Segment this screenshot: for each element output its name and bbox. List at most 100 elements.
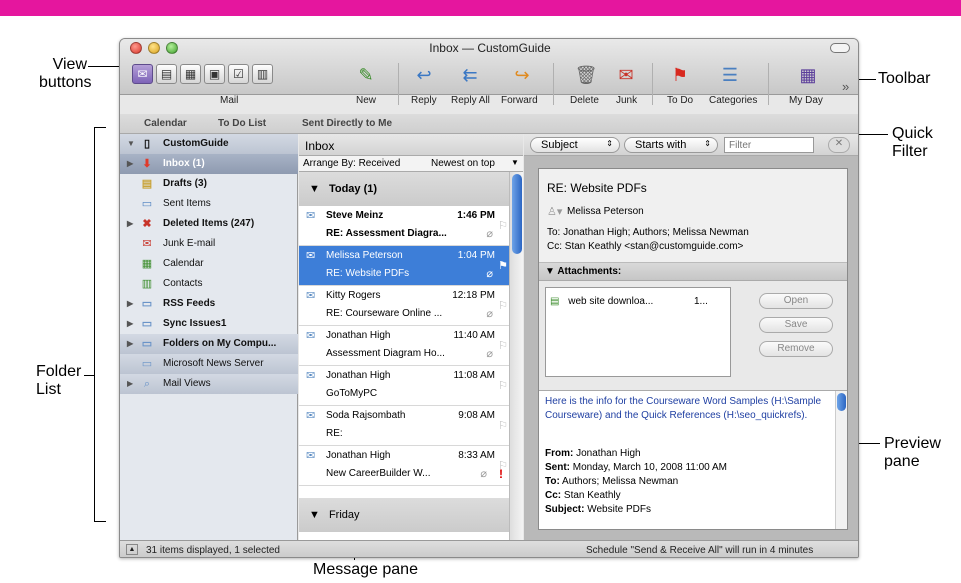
group-header-today[interactable]: ▼ Today (1) xyxy=(299,172,509,206)
categories-button[interactable]: ☰ xyxy=(716,61,744,89)
folder-item-sync-issues[interactable]: ▶ ▭ Sync Issues1 xyxy=(120,314,298,334)
contact-icon[interactable]: ♙▾ xyxy=(547,205,562,218)
folder-item-news-server[interactable]: ▭ Microsoft News Server xyxy=(120,354,298,374)
sort-order-button[interactable]: Newest on top xyxy=(431,158,495,169)
status-toggle-icon[interactable]: ▲ xyxy=(126,544,138,555)
folder-item-deleted[interactable]: ▶ ✖ Deleted Items (247) xyxy=(120,214,298,234)
message-subject: RE: Website PDFs xyxy=(326,268,410,279)
disclosure-triangle-icon[interactable]: ▶ xyxy=(127,334,133,354)
open-attachment-button[interactable]: Open xyxy=(759,293,833,309)
folder-label: RSS Feeds xyxy=(163,298,216,309)
scroll-thumb[interactable] xyxy=(512,174,522,254)
folder-item-rss[interactable]: ▶ ▭ RSS Feeds xyxy=(120,294,298,314)
flag-icon[interactable]: ⚐ xyxy=(498,299,508,312)
message-subject: RE: xyxy=(326,428,343,439)
folder-item-inbox[interactable]: ▶ ⬇ Inbox (1) xyxy=(120,154,298,174)
flag-icon[interactable]: ⚐ xyxy=(498,419,508,432)
folder-icon: ▭ xyxy=(141,338,153,350)
message-item[interactable]: ✉ Steve Meinz 1:46 PM RE: Assessment Dia… xyxy=(299,206,509,246)
message-item[interactable]: ✉ Jonathan High 11:40 AM Assessment Diag… xyxy=(299,326,509,366)
chevron-updown-icon: ⇕ xyxy=(704,139,711,148)
news-icon: ▭ xyxy=(141,358,153,370)
clear-filter-button[interactable]: ✕ xyxy=(828,137,850,153)
view-notes-button[interactable]: ▣ xyxy=(204,64,225,84)
reply-button[interactable]: ↩ xyxy=(410,61,438,89)
folder-item-sent[interactable]: ▭ Sent Items xyxy=(120,194,298,214)
new-button[interactable]: ✎ xyxy=(352,61,380,89)
message-item[interactable]: ✉ Soda Rajsombath 9:08 AM RE: ⚐ xyxy=(299,406,509,446)
reply-icon: ↩ xyxy=(416,65,432,85)
folder-label: Mail Views xyxy=(163,378,211,389)
flag-icon[interactable]: ⚐ xyxy=(498,219,508,232)
attachment-icon: ⌀ xyxy=(480,468,487,480)
attachment-icon: ⌀ xyxy=(486,268,493,280)
toolbar-overflow-button[interactable]: » xyxy=(842,79,849,94)
message-item-selected[interactable]: ✉ Melissa Peterson 1:04 PM RE: Website P… xyxy=(299,246,509,286)
group-header-friday[interactable]: ▼ Friday xyxy=(299,498,509,532)
disclosure-triangle-icon[interactable]: ▶ xyxy=(127,154,133,174)
disclosure-triangle-icon[interactable]: ▶ xyxy=(127,294,133,314)
disclosure-triangle-icon[interactable]: ▶ xyxy=(127,214,133,234)
message-item[interactable]: ✉ Kitty Rogers 12:18 PM RE: Courseware O… xyxy=(299,286,509,326)
quick-filter-bar: Subject ⇕ Starts with ⇕ ✕ xyxy=(524,134,858,156)
folder-label: Drafts (3) xyxy=(163,178,207,189)
folder-item-junk[interactable]: ✉ Junk E-mail xyxy=(120,234,298,254)
save-attachment-button[interactable]: Save xyxy=(759,317,833,333)
callout-preview-pane: Preview pane xyxy=(884,435,941,470)
favorites-todo-list[interactable]: To Do List xyxy=(218,118,266,129)
message-subject: New CareerBuilder W... xyxy=(326,468,431,479)
folder-item-calendar[interactable]: ▦ Calendar xyxy=(120,254,298,274)
todo-button[interactable]: ⚑ xyxy=(666,61,694,89)
favorites-calendar[interactable]: Calendar xyxy=(144,118,187,129)
flag-icon[interactable]: ⚐ xyxy=(498,339,508,352)
view-project-button[interactable]: ▥ xyxy=(252,64,273,84)
disclosure-triangle-icon[interactable]: ▶ xyxy=(127,314,133,334)
new-label: New xyxy=(356,95,377,106)
attachments-area: ▤ web site downloa... 1... Open Save Rem… xyxy=(539,281,847,391)
message-time: 12:18 PM xyxy=(452,290,495,301)
chevron-down-icon: ▼ xyxy=(511,158,519,167)
view-calendar-button[interactable]: ▦ xyxy=(180,64,201,84)
toolbar-toggle-button[interactable] xyxy=(830,43,850,53)
view-mail-button[interactable]: ✉ xyxy=(132,64,153,84)
flag-icon[interactable]: ⚐ xyxy=(498,459,508,472)
filter-operator-select[interactable]: Starts with ⇕ xyxy=(624,137,718,153)
folder-item-drafts[interactable]: ▤ Drafts (3) xyxy=(120,174,298,194)
preview-scrollbar[interactable] xyxy=(835,391,847,529)
view-tasks-button[interactable]: ☑ xyxy=(228,64,249,84)
remove-attachment-button[interactable]: Remove xyxy=(759,341,833,357)
delete-button[interactable]: 🗑 xyxy=(572,61,600,89)
scroll-thumb[interactable] xyxy=(837,393,846,411)
disclosure-triangle-icon[interactable]: ▶ xyxy=(127,374,133,394)
folder-item-mail-views[interactable]: ▶ ⌕ Mail Views xyxy=(120,374,298,394)
my-day-icon: ▦ xyxy=(799,65,817,85)
attachments-header[interactable]: ▼ Attachments: xyxy=(539,263,847,281)
forward-button[interactable]: ↪ xyxy=(508,61,536,89)
callout-folder-list: Folder List xyxy=(36,363,82,398)
filter-field-select[interactable]: Subject ⇕ xyxy=(530,137,620,153)
view-contacts-button[interactable]: ▤ xyxy=(156,64,177,84)
my-day-button[interactable]: ▦ xyxy=(794,61,822,89)
attachment-item[interactable]: ▤ web site downloa... 1... xyxy=(550,296,726,307)
folder-item-customguide[interactable]: ▼ ▯ CustomGuide xyxy=(120,134,298,154)
arrange-by-button[interactable]: Arrange By: Received xyxy=(303,158,400,169)
disclosure-triangle-icon[interactable]: ▼ xyxy=(127,134,135,154)
reply-all-button[interactable]: ⇇ xyxy=(456,61,484,89)
message-sender: Steve Meinz xyxy=(326,210,384,221)
sent-icon: ▭ xyxy=(141,198,153,210)
disclosure-triangle-icon: ▼ xyxy=(309,509,320,521)
folder-item-contacts[interactable]: ▥ Contacts xyxy=(120,274,298,294)
filter-input[interactable] xyxy=(724,137,814,153)
preview-sender[interactable]: Melissa Peterson xyxy=(567,206,644,217)
folder-item-my-computer[interactable]: ▶ ▭ Folders on My Compu... xyxy=(120,334,298,354)
message-item[interactable]: ✉ Jonathan High 11:08 AM GoToMyPC ⚐ xyxy=(299,366,509,406)
folder-icon: ▭ xyxy=(141,318,153,330)
message-list-scrollbar[interactable] xyxy=(509,172,523,540)
message-item[interactable]: ✉ Jonathan High 8:33 AM New CareerBuilde… xyxy=(299,446,509,486)
favorites-sent-directly[interactable]: Sent Directly to Me xyxy=(302,118,392,129)
junk-button[interactable]: ✉ xyxy=(612,61,640,89)
arrange-bar: Arrange By: Received Newest on top ▼ xyxy=(299,156,523,172)
message-list-title: Inbox xyxy=(299,134,523,156)
flag-icon[interactable]: ⚐ xyxy=(498,379,508,392)
flag-icon[interactable]: ⚑ xyxy=(498,259,508,272)
